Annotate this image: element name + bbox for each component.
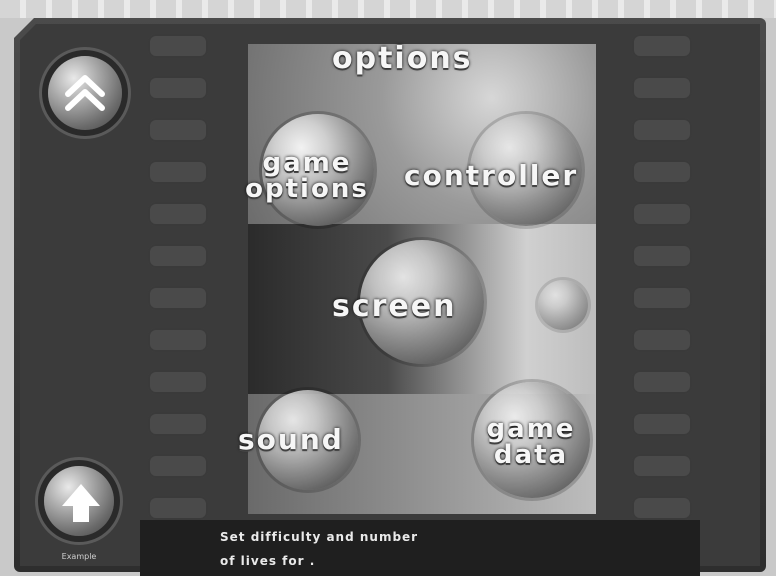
stripe: [632, 328, 692, 352]
stripe: [632, 454, 692, 478]
stripe: [148, 160, 208, 184]
stripe: [148, 370, 208, 394]
stripe: [632, 34, 692, 58]
stripe: [148, 412, 208, 436]
stripe: [632, 76, 692, 100]
double-chevron-up-icon: [65, 75, 105, 111]
stripe: [148, 76, 208, 100]
stripe: [148, 244, 208, 268]
menu-item-game-data[interactable]: game data: [470, 416, 592, 468]
stripe: [148, 118, 208, 142]
stripe: [632, 286, 692, 310]
stripe: [148, 34, 208, 58]
help-line-2-suffix: .: [309, 554, 316, 568]
right-stripe-column: [632, 34, 692, 520]
menu-item-screen[interactable]: screen: [332, 292, 457, 322]
top-dots: [0, 0, 776, 18]
help-line-2: of lives for .: [220, 554, 315, 568]
left-stripe-column: [148, 34, 208, 520]
stripe: [632, 118, 692, 142]
screen-small-orb: [538, 280, 588, 330]
menu-item-sound[interactable]: sound: [238, 426, 344, 454]
stripe: [148, 328, 208, 352]
stripe: [632, 370, 692, 394]
back-button-caption: Example: [61, 552, 97, 561]
stripe: [632, 496, 692, 520]
menu-item-game-data-line1: game: [486, 414, 576, 444]
stripe: [632, 412, 692, 436]
stripe: [148, 496, 208, 520]
menu-item-game-options-line1: game: [262, 148, 352, 178]
menu-item-game-data-line2: data: [493, 440, 569, 470]
stripe: [148, 202, 208, 226]
help-line-2-prefix: of lives for: [220, 554, 310, 568]
help-bar: Set difficulty and number of lives for .: [140, 520, 700, 576]
stripe: [148, 286, 208, 310]
menu-item-game-options[interactable]: game options: [222, 150, 392, 202]
stripe: [632, 244, 692, 268]
menu-item-game-options-line2: options: [245, 174, 369, 204]
up-arrow-icon: [62, 484, 100, 522]
options-title: options: [332, 41, 473, 76]
back-button[interactable]: [44, 466, 114, 536]
help-line-1: Set difficulty and number: [220, 530, 419, 544]
stripe: [632, 202, 692, 226]
scroll-up-button[interactable]: [48, 56, 122, 130]
stripe: [632, 160, 692, 184]
stripe: [148, 454, 208, 478]
menu-item-controller[interactable]: controller: [404, 162, 578, 190]
